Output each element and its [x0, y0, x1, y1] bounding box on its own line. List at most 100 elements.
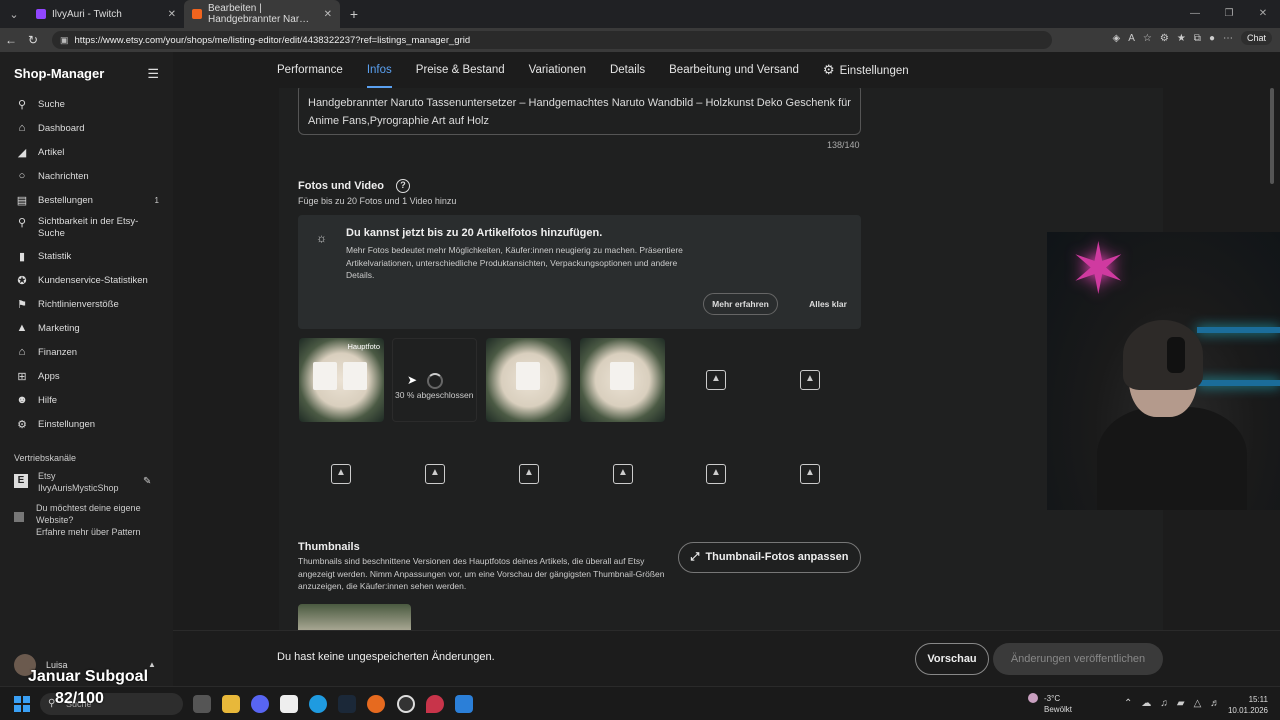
url-field[interactable]: ▣ https://www.etsy.com/your/shops/me/lis…	[52, 31, 1052, 49]
maps-pin-icon[interactable]	[426, 695, 444, 713]
sidebar-item-kundenservice[interactable]: ✪ Kundenservice-Statistiken	[14, 274, 164, 287]
add-photo-icon[interactable]: ▲	[706, 370, 726, 390]
collections-icon[interactable]: ⧉	[1194, 33, 1201, 44]
main-photo[interactable]: Hauptfoto	[299, 338, 384, 422]
favorites-icon[interactable]: ★	[1177, 33, 1186, 44]
save-bar: Du hast keine ungespeicherten Änderungen…	[173, 630, 1280, 686]
add-photo-icon[interactable]: ▲	[519, 464, 539, 484]
streamer-body	[1097, 407, 1247, 510]
more-icon[interactable]: ⋯	[1223, 33, 1233, 44]
photo-thumbnail[interactable]	[486, 338, 571, 422]
publish-button[interactable]: Änderungen veröffentlichen	[993, 643, 1163, 675]
browser-tab-etsy[interactable]: Bearbeiten | Handgebrannter Nar… ✕	[184, 0, 340, 28]
neon-star-decoration: ✶	[1069, 232, 1128, 308]
task-view-icon[interactable]	[193, 695, 211, 713]
gear-icon: ⚙	[822, 62, 835, 77]
add-photo-icon[interactable]: ▲	[613, 464, 633, 484]
sidebar-item-sichtbarkeit[interactable]: ⚲ Sichtbarkeit in der Etsy-Suche	[14, 216, 164, 240]
sidebar-item-apps[interactable]: ⊞ Apps	[14, 370, 164, 383]
sidebar-item-label: Bestellungen	[38, 195, 93, 206]
coaster-image	[313, 362, 337, 390]
minimize-icon[interactable]: —	[1178, 0, 1212, 28]
apps-icon: ⊞	[17, 371, 27, 383]
title-char-counter: 138/140	[827, 140, 860, 150]
own-website-promo[interactable]: Du möchtest deine eigene Website? Erfahr…	[14, 502, 164, 538]
tag-icon[interactable]: ◈	[1113, 33, 1121, 44]
add-photo-icon[interactable]: ▲	[331, 464, 351, 484]
own-site-question: Du möchtest deine eigene Website?	[36, 503, 141, 525]
windows-start-icon[interactable]	[14, 696, 30, 712]
profile-icon[interactable]: ●	[1209, 33, 1215, 44]
sidebar-item-bestellungen[interactable]: ▤ Bestellungen	[14, 194, 164, 207]
hamburger-menu-icon[interactable]: ☰	[147, 66, 159, 82]
reload-icon[interactable]: ↻	[22, 33, 44, 47]
sidebar-item-suche[interactable]: ⚲ Suche	[14, 98, 164, 111]
chart-icon: ▮	[18, 251, 26, 263]
preview-button[interactable]: Vorschau	[915, 643, 989, 675]
scrollbar[interactable]	[1270, 88, 1274, 184]
discord-icon[interactable]	[251, 695, 269, 713]
read-aloud-icon[interactable]: A	[1128, 33, 1135, 44]
etsy-favicon-icon	[192, 9, 202, 19]
headset-icon	[1167, 337, 1185, 373]
pattern-link[interactable]: Erfahre mehr über Pattern	[36, 526, 164, 538]
sidebar-item-label: Nachrichten	[38, 170, 89, 182]
add-photo-icon[interactable]: ▲	[800, 370, 820, 390]
copilot-chat-button[interactable]: Chat	[1240, 31, 1272, 45]
add-photo-icon[interactable]: ▲	[706, 464, 726, 484]
learn-more-button[interactable]: Mehr erfahren	[703, 293, 778, 315]
edit-pencil-icon[interactable]: ✎	[143, 476, 151, 487]
tab-preise-bestand[interactable]: Preise & Bestand	[416, 52, 505, 88]
adjust-thumbnails-button[interactable]: ⤢ Thumbnail-Fotos anpassen	[678, 542, 861, 573]
sidebar-item-marketing[interactable]: ▲ Marketing	[14, 322, 164, 334]
steam-icon[interactable]	[338, 695, 356, 713]
shop-manager-sidebar: Shop-Manager ☰ ⚲ Suche ⌂ Dashboard ◢ Artike…	[0, 52, 173, 686]
extensions-icon[interactable]: ⚙	[1160, 33, 1169, 44]
sidebar-item-artikel[interactable]: ◢ Artikel	[14, 146, 164, 159]
maximize-icon[interactable]: ❐	[1212, 0, 1246, 28]
sidebar-item-richtlinien[interactable]: ⚑ Richtlinienverstöße	[14, 298, 164, 311]
tab-list-chevron-icon[interactable]: ⌄	[0, 8, 28, 21]
add-photo-icon[interactable]: ▲	[425, 464, 445, 484]
capcut-icon[interactable]	[280, 695, 298, 713]
back-icon[interactable]: ←	[0, 33, 22, 47]
favorite-star-icon[interactable]: ☆	[1143, 33, 1152, 44]
close-tab-icon[interactable]: ✕	[168, 9, 176, 20]
tab-variationen[interactable]: Variationen	[529, 52, 586, 88]
listing-title-field[interactable]: Handgebrannter Naruto Tassenuntersetzer …	[298, 88, 861, 135]
system-tray[interactable]: ⌃☁♫▰△♬	[1124, 698, 1229, 709]
obs-icon[interactable]	[397, 695, 415, 713]
taskbar-clock[interactable]: 15:11 10.01.2026	[1224, 694, 1268, 716]
sidebar-item-hilfe[interactable]: ☻ Hilfe	[14, 394, 164, 406]
close-tab-icon[interactable]: ✕	[324, 9, 332, 20]
app-icon[interactable]	[455, 695, 473, 713]
sidebar-item-statistik[interactable]: ▮ Statistik	[14, 250, 164, 263]
tab-einstellungen[interactable]: ⚙ Einstellungen	[823, 52, 909, 88]
sidebar-item-label: Artikel	[38, 147, 65, 158]
sidebar-item-finanzen[interactable]: ⌂ Finanzen	[14, 346, 164, 358]
tab-versand[interactable]: Bearbeitung und Versand	[669, 52, 799, 88]
tab-performance[interactable]: Performance	[277, 52, 343, 88]
file-explorer-icon[interactable]	[222, 695, 240, 713]
star-icon: ✪	[17, 275, 27, 287]
help-icon[interactable]: ?	[395, 179, 410, 193]
browser-tab-twitch[interactable]: IlvyAuri - Twitch ✕	[28, 0, 184, 28]
etsy-channel[interactable]: E Etsy IlvyAurisMysticShop	[14, 470, 119, 494]
thumbnails-text: Thumbnails sind beschnittene Versionen d…	[298, 556, 665, 591]
sidebar-item-einstellungen[interactable]: ⚙ Einstellungen	[14, 418, 164, 431]
new-tab-icon[interactable]: +	[340, 6, 368, 22]
chevron-up-icon[interactable]: ▲	[148, 660, 156, 669]
weather-widget[interactable]: -3°C Bewölkt	[1028, 693, 1072, 715]
edge-icon[interactable]	[309, 695, 327, 713]
firefox-icon[interactable]	[367, 695, 385, 713]
photo-thumbnail[interactable]	[580, 338, 665, 422]
sidebar-item-dashboard[interactable]: ⌂ Dashboard	[14, 122, 164, 134]
sidebar-item-nachrichten[interactable]: ○ Nachrichten	[14, 170, 164, 182]
dismiss-button[interactable]: Alles klar	[798, 293, 858, 315]
tab-infos[interactable]: Infos	[366, 52, 392, 88]
close-window-icon[interactable]: ✕	[1246, 0, 1280, 28]
shop-name: IlvyAurisMysticShop	[38, 483, 119, 493]
add-photo-icon[interactable]: ▲	[800, 464, 820, 484]
tab-details[interactable]: Details	[610, 52, 645, 88]
site-info-icon[interactable]: ▣	[60, 35, 69, 46]
